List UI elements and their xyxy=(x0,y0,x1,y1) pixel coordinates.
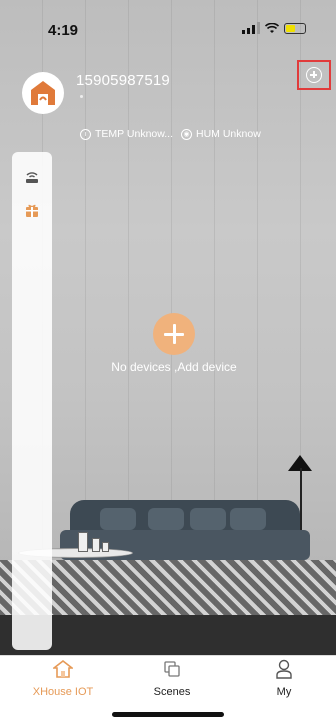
room-side-panel xyxy=(12,152,52,650)
status-time: 4:19 xyxy=(48,22,79,39)
cushion xyxy=(190,508,226,530)
house-logo-icon xyxy=(31,81,55,105)
status-bar: 4:19 xyxy=(0,0,336,60)
signal-icon xyxy=(242,22,260,34)
account-phone: 15905987519 xyxy=(76,72,170,89)
vase xyxy=(92,538,100,552)
tab-my[interactable]: My xyxy=(239,658,329,698)
battery-icon xyxy=(284,22,306,34)
avatar[interactable] xyxy=(22,72,64,114)
plus-circle-icon xyxy=(306,67,322,83)
home-indicator xyxy=(112,712,224,717)
tab-scenes[interactable]: Scenes xyxy=(127,658,217,698)
add-device-button[interactable] xyxy=(153,313,195,355)
empty-state-message: No devices ,Add device xyxy=(111,360,237,374)
temp-label: TEMP Unknow... xyxy=(95,128,174,140)
hum-label: HUM Unknow xyxy=(196,128,261,140)
hum-readout: ◉ HUM Unknow xyxy=(181,128,261,140)
gift-icon[interactable] xyxy=(24,202,40,218)
humidity-icon: ◉ xyxy=(181,128,193,140)
vase xyxy=(102,542,109,552)
add-button[interactable] xyxy=(297,60,331,90)
cushion xyxy=(148,508,184,530)
status-icons xyxy=(242,22,306,34)
cushion xyxy=(230,508,266,530)
wifi-icon xyxy=(265,22,279,33)
vase xyxy=(78,532,88,552)
tab-label: My xyxy=(276,686,292,698)
tab-label: XHouse IOT xyxy=(32,686,94,698)
cushion xyxy=(100,508,136,530)
sensor-readouts: ı TEMP Unknow... ◉ HUM Unknow xyxy=(80,128,261,140)
router-icon[interactable] xyxy=(24,168,40,184)
temp-readout: ı TEMP Unknow... xyxy=(80,128,173,140)
tab-label: Scenes xyxy=(153,686,191,698)
status-dot xyxy=(80,95,83,98)
tab-xhouse-iot[interactable]: XHouse IOT xyxy=(18,658,108,698)
app-screen: 4:19 15905987519 ı TEMP Unknow... ◉ HUM … xyxy=(0,0,336,720)
lamp-pole xyxy=(300,468,302,538)
scenes-icon xyxy=(161,658,183,680)
bottom-tab-bar: XHouse IOT Scenes My xyxy=(0,655,336,720)
user-icon xyxy=(273,658,295,680)
thermometer-icon: ı xyxy=(80,128,91,140)
home-icon xyxy=(52,658,74,680)
